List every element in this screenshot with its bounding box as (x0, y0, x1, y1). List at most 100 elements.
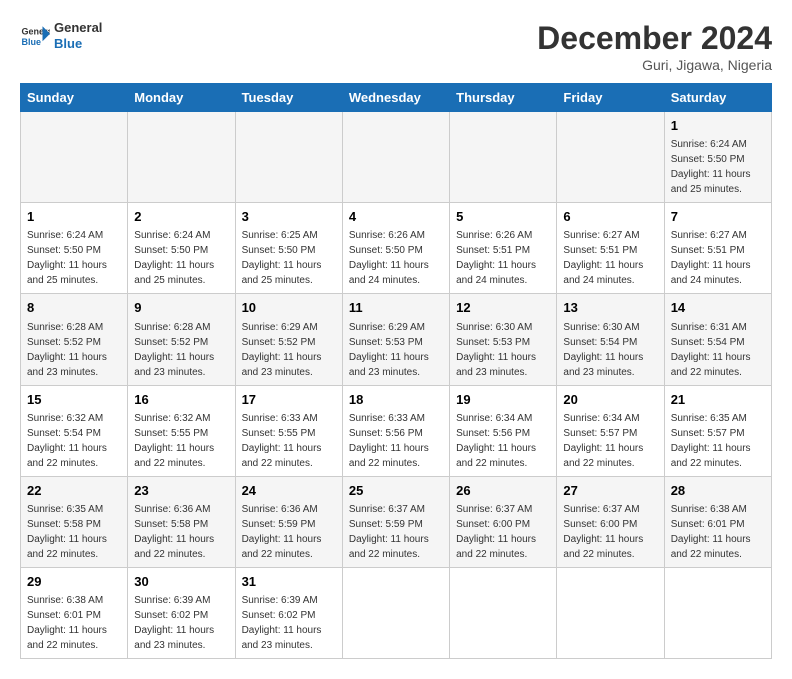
calendar-cell: 7 Sunrise: 6:27 AMSunset: 5:51 PMDaylight… (664, 203, 771, 294)
calendar-cell: 29 Sunrise: 6:38 AMSunset: 6:01 PMDayligh… (21, 567, 128, 658)
calendar-cell: 11Sunrise: 6:29 AMSunset: 5:53 PMDayligh… (342, 294, 449, 385)
logo-blue-text: Blue (54, 36, 102, 52)
day-header-thursday: Thursday (450, 84, 557, 112)
calendar-cell: 23Sunrise: 6:36 AMSunset: 5:58 PMDayligh… (128, 476, 235, 567)
calendar-cell (450, 567, 557, 658)
calendar-cell: 26Sunrise: 6:37 AMSunset: 6:00 PMDayligh… (450, 476, 557, 567)
calendar-cell: 4 Sunrise: 6:26 AMSunset: 5:50 PMDaylight… (342, 203, 449, 294)
calendar-week-5: 22Sunrise: 6:35 AMSunset: 5:58 PMDayligh… (21, 476, 772, 567)
calendar-cell: 30Sunrise: 6:39 AMSunset: 6:02 PMDayligh… (128, 567, 235, 658)
day-number: 14 (671, 299, 765, 317)
day-info: Sunrise: 6:26 AMSunset: 5:51 PMDaylight:… (456, 230, 536, 286)
day-number: 10 (242, 299, 336, 317)
day-number: 15 (27, 391, 121, 409)
day-header-friday: Friday (557, 84, 664, 112)
calendar-cell: 10Sunrise: 6:29 AMSunset: 5:52 PMDayligh… (235, 294, 342, 385)
day-info: Sunrise: 6:32 AMSunset: 5:55 PMDaylight:… (134, 413, 214, 469)
day-info: Sunrise: 6:24 AMSunset: 5:50 PMDaylight:… (671, 139, 751, 195)
day-info: Sunrise: 6:27 AMSunset: 5:51 PMDaylight:… (563, 230, 643, 286)
day-number: 1 (27, 208, 121, 226)
day-number: 6 (563, 208, 657, 226)
day-header-saturday: Saturday (664, 84, 771, 112)
page-subtitle: Guri, Jigawa, Nigeria (537, 57, 772, 73)
calendar-week-6: 29 Sunrise: 6:38 AMSunset: 6:01 PMDayligh… (21, 567, 772, 658)
day-info: Sunrise: 6:31 AMSunset: 5:54 PMDaylight:… (671, 322, 751, 378)
day-info: Sunrise: 6:27 AMSunset: 5:51 PMDaylight:… (671, 230, 751, 286)
logo-general-text: General (54, 20, 102, 36)
logo-icon: General Blue (20, 21, 50, 51)
day-info: Sunrise: 6:26 AMSunset: 5:50 PMDaylight:… (349, 230, 429, 286)
day-info: Sunrise: 6:37 AMSunset: 5:59 PMDaylight:… (349, 504, 429, 560)
day-info: Sunrise: 6:24 AMSunset: 5:50 PMDaylight:… (134, 230, 214, 286)
day-info: Sunrise: 6:35 AMSunset: 5:57 PMDaylight:… (671, 413, 751, 469)
calendar-cell (664, 567, 771, 658)
calendar-cell: 9 Sunrise: 6:28 AMSunset: 5:52 PMDaylight… (128, 294, 235, 385)
day-number: 1 (671, 117, 765, 135)
day-number: 2 (134, 208, 228, 226)
day-info: Sunrise: 6:33 AMSunset: 5:56 PMDaylight:… (349, 413, 429, 469)
calendar-cell (235, 112, 342, 203)
day-info: Sunrise: 6:37 AMSunset: 6:00 PMDaylight:… (563, 504, 643, 560)
calendar-cell: 22Sunrise: 6:35 AMSunset: 5:58 PMDayligh… (21, 476, 128, 567)
day-number: 28 (671, 482, 765, 500)
day-info: Sunrise: 6:33 AMSunset: 5:55 PMDaylight:… (242, 413, 322, 469)
day-number: 19 (456, 391, 550, 409)
day-number: 18 (349, 391, 443, 409)
calendar-cell (557, 112, 664, 203)
calendar-table: SundayMondayTuesdayWednesdayThursdayFrid… (20, 83, 772, 659)
day-info: Sunrise: 6:30 AMSunset: 5:54 PMDaylight:… (563, 322, 643, 378)
day-number: 8 (27, 299, 121, 317)
day-number: 12 (456, 299, 550, 317)
calendar-cell (342, 567, 449, 658)
day-info: Sunrise: 6:30 AMSunset: 5:53 PMDaylight:… (456, 322, 536, 378)
day-info: Sunrise: 6:38 AMSunset: 6:01 PMDaylight:… (671, 504, 751, 560)
day-number: 21 (671, 391, 765, 409)
calendar-week-1: 1 Sunrise: 6:24 AMSunset: 5:50 PMDaylight… (21, 112, 772, 203)
day-number: 24 (242, 482, 336, 500)
calendar-cell (128, 112, 235, 203)
calendar-header-row: SundayMondayTuesdayWednesdayThursdayFrid… (21, 84, 772, 112)
calendar-week-4: 15 Sunrise: 6:32 AMSunset: 5:54 PMDayligh… (21, 385, 772, 476)
calendar-cell: 25Sunrise: 6:37 AMSunset: 5:59 PMDayligh… (342, 476, 449, 567)
calendar-cell: 14 Sunrise: 6:31 AMSunset: 5:54 PMDayligh… (664, 294, 771, 385)
calendar-week-2: 1 Sunrise: 6:24 AMSunset: 5:50 PMDaylight… (21, 203, 772, 294)
day-number: 29 (27, 573, 121, 591)
day-number: 20 (563, 391, 657, 409)
calendar-cell: 5Sunrise: 6:26 AMSunset: 5:51 PMDaylight… (450, 203, 557, 294)
calendar-cell: 31Sunrise: 6:39 AMSunset: 6:02 PMDayligh… (235, 567, 342, 658)
day-info: Sunrise: 6:36 AMSunset: 5:59 PMDaylight:… (242, 504, 322, 560)
day-header-monday: Monday (128, 84, 235, 112)
calendar-cell: 16Sunrise: 6:32 AMSunset: 5:55 PMDayligh… (128, 385, 235, 476)
day-header-wednesday: Wednesday (342, 84, 449, 112)
calendar-cell: 15 Sunrise: 6:32 AMSunset: 5:54 PMDayligh… (21, 385, 128, 476)
day-number: 3 (242, 208, 336, 226)
calendar-cell (450, 112, 557, 203)
calendar-cell (557, 567, 664, 658)
title-block: December 2024 Guri, Jigawa, Nigeria (537, 20, 772, 73)
day-info: Sunrise: 6:34 AMSunset: 5:57 PMDaylight:… (563, 413, 643, 469)
day-info: Sunrise: 6:38 AMSunset: 6:01 PMDaylight:… (27, 595, 107, 651)
day-info: Sunrise: 6:34 AMSunset: 5:56 PMDaylight:… (456, 413, 536, 469)
calendar-cell: 28 Sunrise: 6:38 AMSunset: 6:01 PMDayligh… (664, 476, 771, 567)
calendar-cell: 2 Sunrise: 6:24 AMSunset: 5:50 PMDaylight… (128, 203, 235, 294)
calendar-cell: 13Sunrise: 6:30 AMSunset: 5:54 PMDayligh… (557, 294, 664, 385)
day-info: Sunrise: 6:32 AMSunset: 5:54 PMDaylight:… (27, 413, 107, 469)
day-info: Sunrise: 6:35 AMSunset: 5:58 PMDaylight:… (27, 504, 107, 560)
calendar-cell: 27Sunrise: 6:37 AMSunset: 6:00 PMDayligh… (557, 476, 664, 567)
day-number: 30 (134, 573, 228, 591)
calendar-week-3: 8 Sunrise: 6:28 AMSunset: 5:52 PMDaylight… (21, 294, 772, 385)
calendar-cell: 1 Sunrise: 6:24 AMSunset: 5:50 PMDaylight… (664, 112, 771, 203)
day-info: Sunrise: 6:29 AMSunset: 5:53 PMDaylight:… (349, 322, 429, 378)
calendar-cell: 12 Sunrise: 6:30 AMSunset: 5:53 PMDayligh… (450, 294, 557, 385)
calendar-cell: 6 Sunrise: 6:27 AMSunset: 5:51 PMDaylight… (557, 203, 664, 294)
day-number: 7 (671, 208, 765, 226)
day-info: Sunrise: 6:28 AMSunset: 5:52 PMDaylight:… (134, 322, 214, 378)
day-number: 4 (349, 208, 443, 226)
day-info: Sunrise: 6:36 AMSunset: 5:58 PMDaylight:… (134, 504, 214, 560)
day-info: Sunrise: 6:37 AMSunset: 6:00 PMDaylight:… (456, 504, 536, 560)
day-info: Sunrise: 6:24 AMSunset: 5:50 PMDaylight:… (27, 230, 107, 286)
day-number: 9 (134, 299, 228, 317)
calendar-cell: 3Sunrise: 6:25 AMSunset: 5:50 PMDaylight… (235, 203, 342, 294)
calendar-cell: 20 Sunrise: 6:34 AMSunset: 5:57 PMDayligh… (557, 385, 664, 476)
calendar-cell (342, 112, 449, 203)
